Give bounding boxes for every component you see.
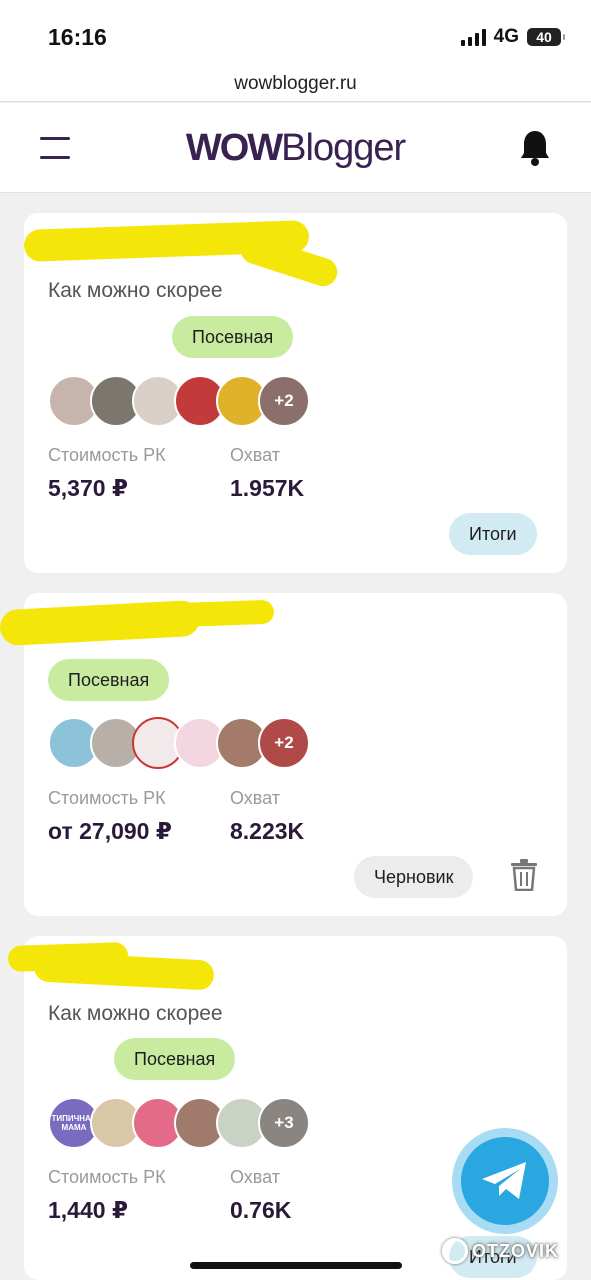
- cost-label: Стоимость РК: [48, 1167, 166, 1187]
- status-time: 16:16: [48, 24, 107, 50]
- telegram-icon: [482, 1162, 526, 1199]
- cost-value: 1,440 ₽: [48, 1197, 128, 1223]
- battery-level: 40: [536, 29, 552, 45]
- more-avatars-count: +3: [258, 1097, 310, 1149]
- reach-value: 0.76K: [230, 1197, 292, 1223]
- url-bar[interactable]: wowblogger.ru: [0, 66, 591, 102]
- network-type: 4G: [493, 26, 519, 47]
- app-header: WOWBlogger: [0, 103, 591, 193]
- blogger-avatars[interactable]: +2: [48, 375, 310, 427]
- campaign-deadline: Как можно скорее: [48, 279, 223, 302]
- cost-value: от 27,090 ₽: [48, 818, 172, 844]
- reach-label: Охват: [230, 788, 281, 808]
- blogger-avatars[interactable]: +2: [48, 717, 310, 769]
- home-indicator: [190, 1262, 402, 1269]
- logo-bold: WOW: [185, 127, 283, 169]
- status-indicators: 4G 40: [460, 26, 565, 48]
- watermark: OTZOVIK: [442, 1238, 559, 1264]
- status-bar: 16:16 4G 40: [0, 0, 591, 66]
- redacted-title: [33, 951, 215, 991]
- logo[interactable]: WOWBlogger: [0, 127, 591, 170]
- campaign-deadline: Как можно скорее: [48, 1002, 223, 1025]
- reach-label: Охват: [230, 1167, 281, 1187]
- more-avatars-count: +2: [258, 717, 310, 769]
- battery-icon: 40: [527, 28, 565, 46]
- watermark-text: OTZOVIK: [472, 1240, 559, 1261]
- cost-value: 5,370 ₽: [48, 475, 128, 501]
- campaign-card[interactable]: Посевная +2 Стоимость РК от 27,090 ₽ Охв…: [0, 593, 567, 916]
- trash-icon[interactable]: [510, 859, 538, 891]
- campaign-type-tag: Посевная: [114, 1038, 236, 1080]
- campaign-card[interactable]: Как можно скорее Посевная +2 Стоимость Р…: [23, 213, 567, 573]
- signal-icon: [460, 28, 486, 46]
- campaign-type-tag: Посевная: [172, 316, 294, 358]
- bell-icon[interactable]: [519, 129, 551, 167]
- results-button[interactable]: Итоги: [449, 513, 537, 555]
- telegram-button[interactable]: [452, 1128, 558, 1234]
- draft-button[interactable]: Черновик: [354, 856, 474, 898]
- reach-value: 1.957K: [230, 475, 305, 501]
- reach-value: 8.223K: [230, 818, 305, 844]
- campaign-type-tag: Посевная: [48, 659, 170, 701]
- logo-light: Blogger: [281, 127, 406, 169]
- watermark-logo-icon: [442, 1238, 468, 1264]
- reach-label: Охват: [230, 445, 281, 465]
- telegram-button-inner: [461, 1137, 549, 1225]
- blogger-avatars[interactable]: ТИПИЧНАЯ МАМА +3: [48, 1097, 310, 1149]
- more-avatars-count: +2: [258, 375, 310, 427]
- cost-label: Стоимость РК: [48, 788, 166, 808]
- cost-label: Стоимость РК: [48, 445, 166, 465]
